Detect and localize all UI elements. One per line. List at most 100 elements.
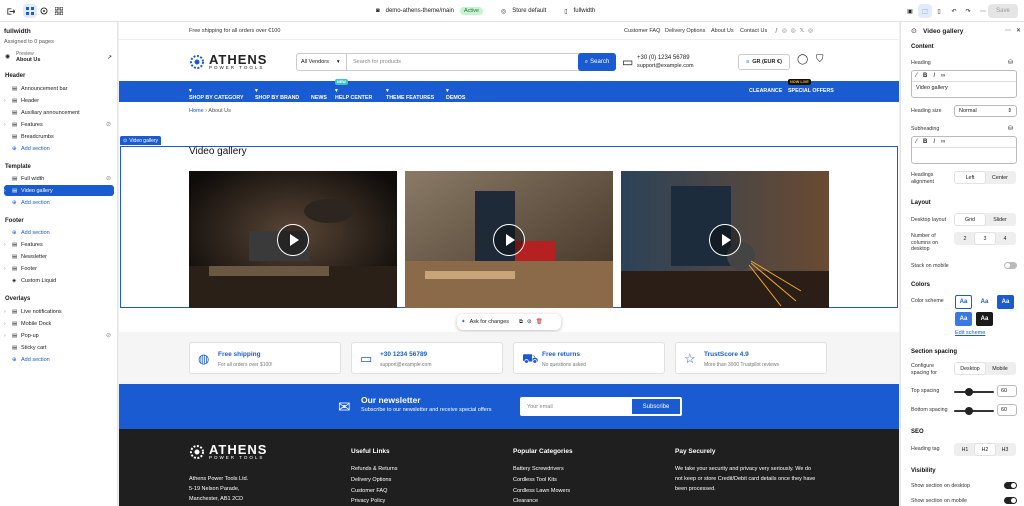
contact-email[interactable]: support@example.com — [637, 63, 694, 69]
section-live-notifications[interactable]: › ▤ Live notifications — [4, 306, 114, 317]
save-button[interactable]: Save — [988, 4, 1018, 18]
section-custom-liquid[interactable]: ◈ Custom Liquid — [4, 275, 114, 286]
link-faq[interactable]: Customer FAQ — [624, 28, 660, 34]
link-icon[interactable]: ∞ — [941, 139, 945, 145]
more-icon[interactable]: ⋯ — [1005, 27, 1011, 34]
dynamic-source-icon[interactable]: ⛁ — [1008, 59, 1013, 66]
section-footer-features[interactable]: › ▤ Features — [4, 239, 114, 250]
social-icons[interactable]: ƒ◎◎𝕏◎ — [775, 28, 817, 34]
bottom-spacing-slider[interactable] — [954, 407, 994, 415]
preview-selector[interactable]: ◉ Preview About Us ↗ — [4, 51, 114, 63]
heading-value[interactable]: Video gallery — [912, 82, 1016, 94]
redo-icon[interactable]: ↷ — [961, 4, 975, 18]
heading-size-select[interactable]: Normal ⇕ — [954, 105, 1017, 117]
align-center-option[interactable]: Center — [985, 172, 1015, 183]
theme-name[interactable]: demo-athens-theme/main — [386, 8, 454, 14]
link-about[interactable]: About Us — [711, 28, 734, 34]
chevron-right-icon[interactable]: › — [4, 98, 12, 104]
columns-2-option[interactable]: 2 — [955, 233, 975, 244]
search-button[interactable]: ⌕ Search — [578, 53, 616, 71]
account-icon[interactable]: ◯ — [797, 54, 808, 65]
section-header[interactable]: › ▤ Header — [4, 95, 114, 106]
link-contact[interactable]: Contact Us — [740, 28, 767, 34]
footer-link[interactable]: Customer FAQ — [351, 488, 387, 494]
section-pop-up[interactable]: › ▤ Pop-up ⊘ — [4, 330, 114, 341]
nav-help-center[interactable]: HELP CENTER ▾ — [335, 88, 372, 101]
settings-gear-icon[interactable] — [37, 4, 51, 18]
tag-h2-option[interactable]: H2 — [975, 444, 995, 455]
apps-icon[interactable] — [52, 4, 66, 18]
scheme-swatch-5[interactable]: Aa — [976, 312, 993, 326]
section-announcement-bar[interactable]: ▤ Announcement bar — [4, 83, 114, 94]
section-newsletter[interactable]: ▤ Newsletter — [4, 251, 114, 262]
add-section-template[interactable]: ⊕ Add section — [4, 197, 114, 208]
columns-3-option[interactable]: 3 — [975, 233, 995, 244]
tag-h1-option[interactable]: H1 — [955, 444, 975, 455]
heading-editor[interactable]: ⁄ B I ∞ Video gallery — [911, 70, 1017, 98]
bold-icon[interactable]: B — [923, 73, 927, 79]
dynamic-source-icon[interactable]: ⛁ — [1008, 125, 1013, 132]
italic-icon[interactable]: I — [933, 73, 935, 79]
crumb-home[interactable]: Home — [189, 108, 204, 114]
chevron-right-icon[interactable]: › — [4, 242, 12, 248]
scheme-swatch-4[interactable]: Aa — [955, 312, 972, 326]
chevron-right-icon[interactable]: › — [4, 266, 12, 272]
hidden-eye-icon[interactable]: ⊘ — [106, 121, 111, 128]
nav-shop-brand[interactable]: SHOP BY BRAND ▾ — [255, 88, 299, 101]
add-section-header[interactable]: ⊕ Add section — [4, 143, 114, 154]
link-icon[interactable]: ∞ — [941, 73, 945, 79]
assigned-pages[interactable]: Assigned to 0 pages — [4, 39, 54, 45]
footer-link[interactable]: Delivery Options — [351, 477, 391, 483]
chevron-right-icon[interactable]: › — [4, 321, 12, 327]
footer-logo[interactable]: ATHENS POWER TOOLS — [189, 443, 267, 461]
delete-icon[interactable]: 🗑 — [536, 319, 543, 325]
ask-for-changes-button[interactable]: Ask for changes — [470, 319, 509, 325]
slider-knob[interactable] — [965, 388, 973, 396]
scheme-swatch-1[interactable]: Aa — [955, 295, 972, 309]
nav-theme-features[interactable]: THEME FEATURES ▾ — [386, 88, 434, 101]
tag-h3-option[interactable]: H3 — [995, 444, 1015, 455]
layout-slider-option[interactable]: Slider — [985, 214, 1015, 225]
scheme-swatch-3[interactable]: Aa — [997, 295, 1014, 309]
section-sticky-cart[interactable]: ▤ Sticky cart — [4, 342, 114, 353]
newsletter-email-input[interactable]: Your email Subscribe — [520, 397, 682, 416]
exit-icon[interactable] — [3, 4, 17, 18]
align-left-option[interactable]: Left — [955, 172, 985, 183]
chevron-right-icon[interactable]: › — [4, 188, 12, 194]
chevron-right-icon[interactable]: › — [4, 309, 12, 315]
section-full-width[interactable]: ▤ Full width ⊘ — [4, 173, 114, 184]
wand-icon[interactable]: ⁄ — [916, 73, 917, 79]
search-input[interactable]: Search for products — [347, 59, 578, 65]
footer-link[interactable]: Battery Screwdrivers — [513, 466, 564, 472]
bottom-spacing-input[interactable]: 60 — [997, 404, 1017, 416]
nav-special-offers[interactable]: SPECIAL OFFERS — [788, 88, 834, 94]
edit-scheme-link[interactable]: Edit scheme — [955, 330, 985, 336]
footer-link[interactable]: Cordless Tool Kits — [513, 477, 557, 483]
scheme-swatch-2[interactable]: Aa — [976, 295, 993, 309]
chevron-right-icon[interactable]: › — [4, 122, 12, 128]
subscribe-button[interactable]: Subscribe — [631, 398, 681, 415]
top-spacing-slider[interactable] — [954, 388, 994, 396]
top-spacing-input[interactable]: 60 — [997, 385, 1017, 397]
template-selector[interactable]: fullwidth — [574, 8, 596, 14]
chevron-right-icon[interactable]: › — [4, 333, 12, 339]
external-link-icon[interactable]: ↗ — [107, 54, 112, 61]
video-thumbnail-1[interactable] — [189, 171, 397, 308]
nav-clearance[interactable]: CLEARANCE — [749, 88, 782, 94]
section-auxiliary-announcement[interactable]: ▤ Auxiliary announcement — [4, 107, 114, 118]
section-video-gallery[interactable]: › ▤ Video gallery — [4, 185, 114, 196]
store-logo[interactable]: ATHENS POWER TOOLS — [189, 53, 267, 71]
store-selector[interactable]: Store default — [512, 8, 546, 14]
play-icon[interactable] — [493, 223, 525, 256]
duplicate-icon[interactable]: ⧉ — [519, 319, 523, 326]
hide-eye-icon[interactable]: ⊘ — [527, 319, 532, 325]
nav-demos[interactable]: DEMOS ▾ — [446, 88, 465, 101]
section-mobile-dock[interactable]: › ▤ Mobile Dock — [4, 318, 114, 329]
subheading-editor[interactable]: ⁄ B I ∞ — [911, 136, 1017, 164]
add-section-overlays[interactable]: ⊕ Add section — [4, 354, 114, 365]
undo-icon[interactable]: ↶ — [947, 4, 961, 18]
add-section-footer-top[interactable]: ⊕ Add section — [4, 227, 114, 238]
footer-link[interactable]: Refunds & Returns — [351, 466, 397, 472]
italic-icon[interactable]: I — [933, 139, 935, 145]
mobile-view-icon[interactable]: ▯ — [932, 4, 946, 18]
